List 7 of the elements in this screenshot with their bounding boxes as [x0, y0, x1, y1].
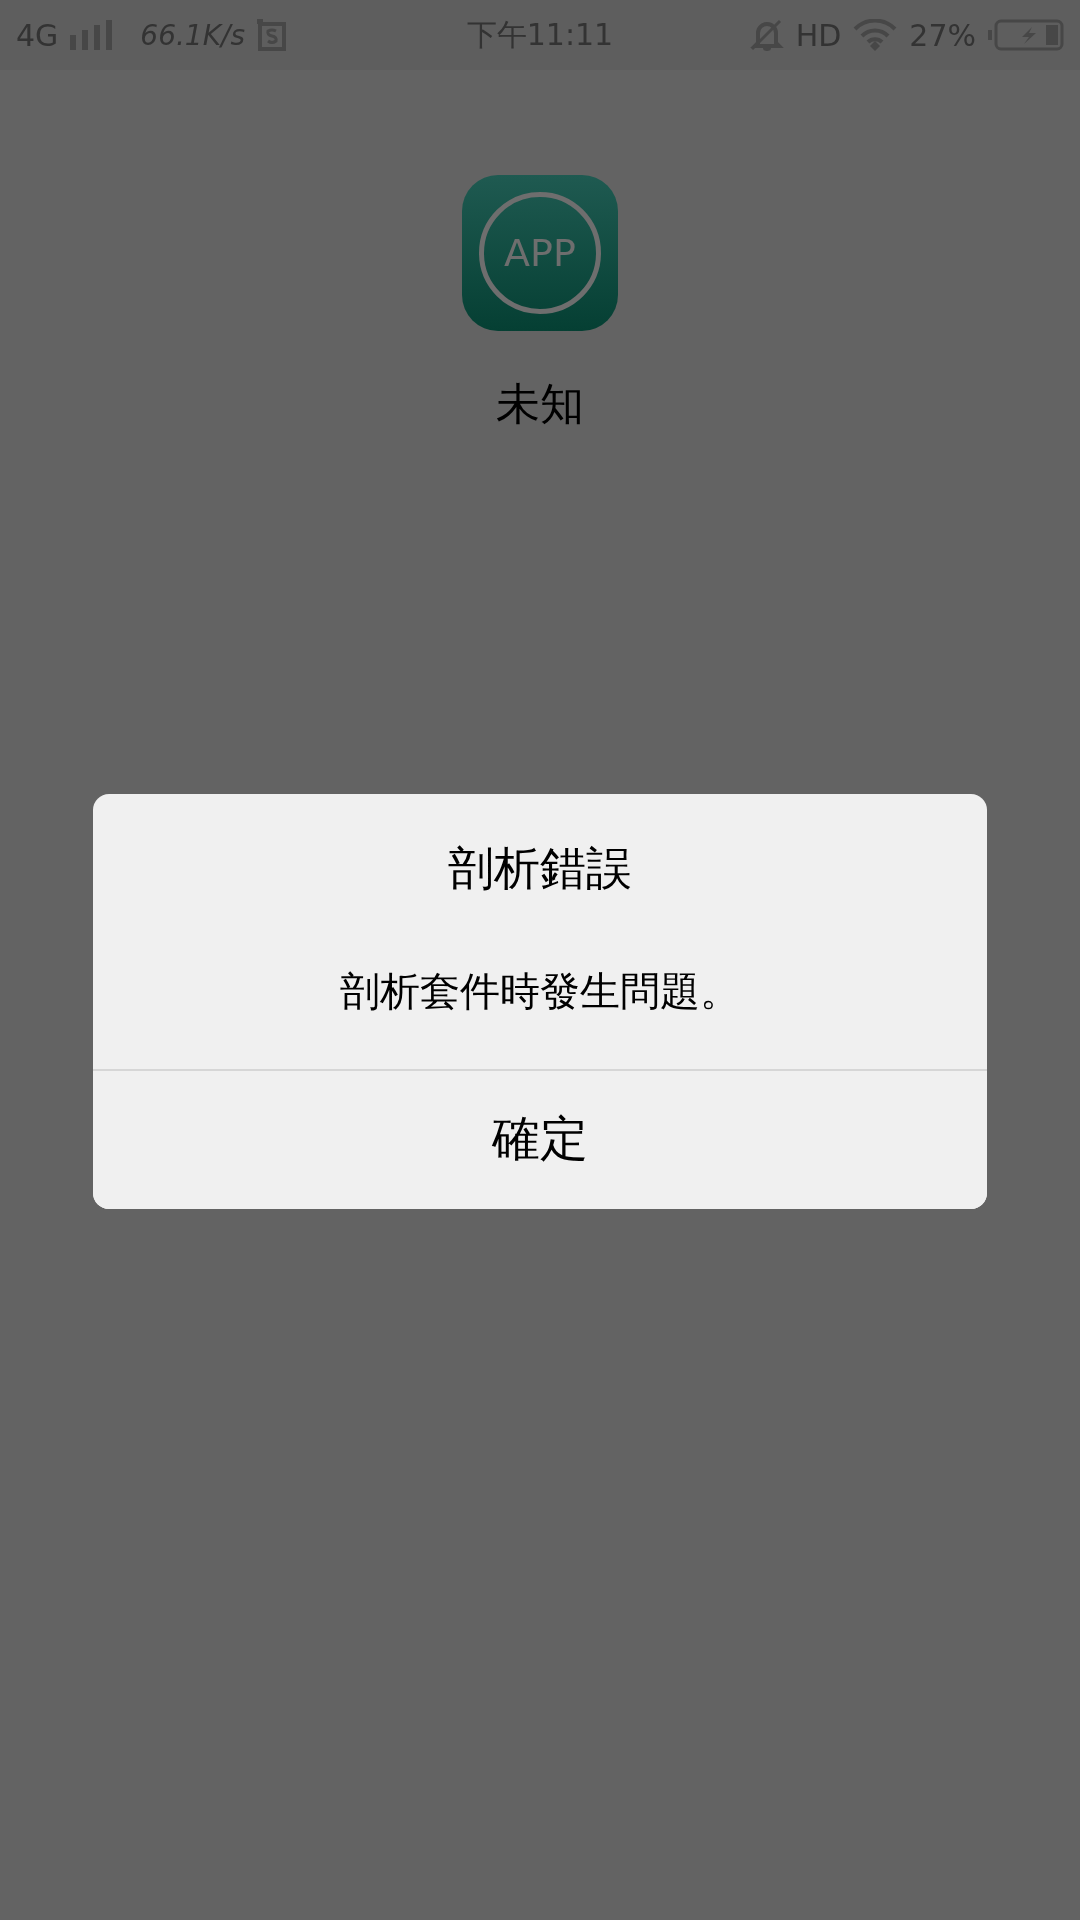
app-icon-label: APP: [504, 231, 576, 275]
dialog-message: 剖析套件時發生問題。: [339, 967, 741, 1016]
dialog-title: 剖析錯誤: [447, 840, 633, 897]
muted-bell-icon: [749, 19, 784, 51]
app-name: 未知: [496, 377, 584, 431]
wifi-icon: [853, 19, 898, 51]
ok-button[interactable]: 確定: [93, 1069, 987, 1209]
